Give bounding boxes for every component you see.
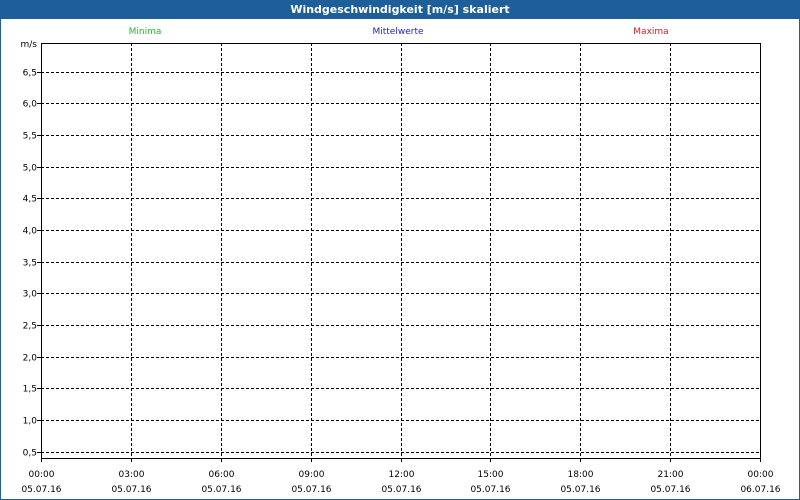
y-tick-label: 5,0 <box>23 164 38 174</box>
chart: 0,5 1,0 1,5 2,0 2,5 3,0 3,5 4,0 4,5 5,0 5,5 6,0 6,5 m… <box>21 27 781 495</box>
y-tick-label: 4,0 <box>23 227 38 237</box>
y-tick-label: 2,5 <box>23 322 37 332</box>
y-tick-label: 2,0 <box>23 354 38 364</box>
y-tick-label: 6,5 <box>23 69 37 79</box>
x-tick-label-time: 09:00 <box>299 470 325 480</box>
legend-mittelwerte: Mittelwerte <box>372 27 423 37</box>
x-tick-label-date: 05.07.16 <box>201 485 241 495</box>
y-tick-label: 4,5 <box>23 195 37 205</box>
y-tick-label: 1,5 <box>23 385 37 395</box>
y-tick-label: 6,0 <box>23 100 38 110</box>
x-tick-label-time: 21:00 <box>658 470 684 480</box>
x-tick-label-date: 05.07.16 <box>560 485 600 495</box>
x-tick-label-time: 00:00 <box>748 470 774 480</box>
x-tick-label-date: 05.07.16 <box>111 485 151 495</box>
x-tick-label-time: 06:00 <box>209 470 235 480</box>
x-tick-label-time: 00:00 <box>29 470 55 480</box>
x-tick-label-date: 05.07.16 <box>381 485 421 495</box>
x-tick-label-date: 05.07.16 <box>650 485 690 495</box>
x-tick-label-time: 15:00 <box>478 470 504 480</box>
plot-area <box>41 43 760 458</box>
y-tick-label: 0,5 <box>23 449 37 459</box>
x-tick-label-time: 03:00 <box>119 470 145 480</box>
x-tick-label-date: 05.07.16 <box>21 485 61 495</box>
y-tick-label: 3,0 <box>23 290 38 300</box>
y-axis-label: m/s <box>21 40 38 50</box>
x-tick-label-time: 12:00 <box>389 470 415 480</box>
x-tick-label-date: 05.07.16 <box>470 485 510 495</box>
y-tick-label: 1,0 <box>23 417 38 427</box>
legend-minima: Minima <box>129 27 162 37</box>
x-tick-label-time: 18:00 <box>568 470 594 480</box>
legend-maxima: Maxima <box>633 27 668 37</box>
x-tick-label-date: 05.07.16 <box>291 485 331 495</box>
y-tick-label: 5,5 <box>23 132 37 142</box>
y-tick-label: 3,5 <box>23 259 37 269</box>
x-tick-label-date: 06.07.16 <box>740 485 780 495</box>
